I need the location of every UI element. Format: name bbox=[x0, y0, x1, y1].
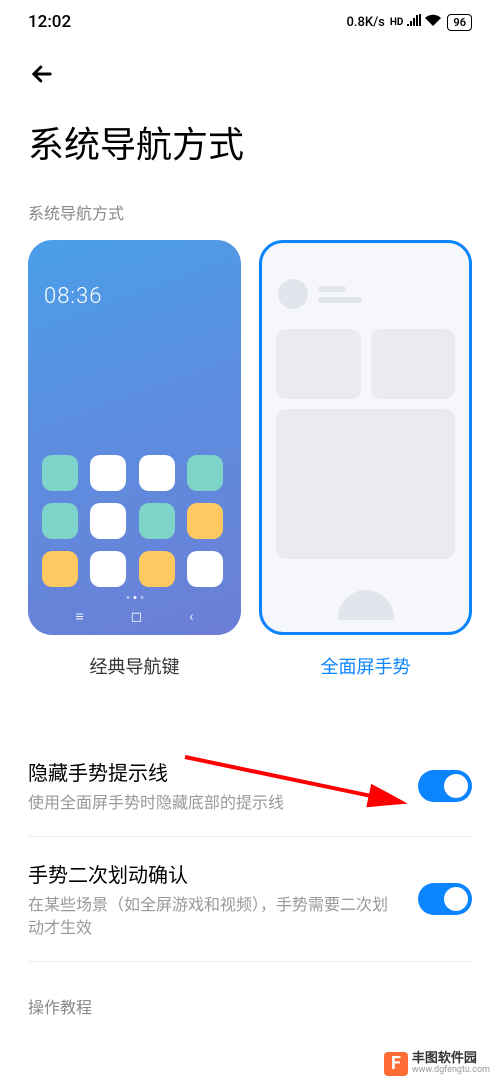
page-indicator-dots bbox=[126, 596, 143, 599]
signal-icon bbox=[406, 14, 422, 30]
preview-blocks bbox=[276, 329, 455, 572]
setting-double-swipe[interactable]: 手势二次划动确认 在某些场景（如全屏游戏和视频），手势需要二次划动才生效 bbox=[28, 841, 472, 957]
status-time: 12:02 bbox=[28, 12, 71, 32]
preview-time: 08:36 bbox=[44, 284, 102, 309]
classic-label: 经典导航键 bbox=[90, 653, 180, 679]
settings-list: 隐藏手势提示线 使用全面屏手势时隐藏底部的提示线 手势二次划动确认 在某些场景（… bbox=[0, 679, 500, 962]
watermark-url: www.dgfengtu.com bbox=[412, 1066, 490, 1076]
app-icon bbox=[42, 503, 78, 539]
app-icon bbox=[90, 455, 126, 491]
divider bbox=[28, 961, 472, 962]
app-icon bbox=[139, 455, 175, 491]
wifi-icon bbox=[425, 14, 441, 30]
gesture-preview bbox=[259, 240, 472, 635]
toggle-double-swipe[interactable] bbox=[418, 883, 472, 915]
classic-preview: 08:36 ≡ ◻ ‹ bbox=[28, 240, 241, 635]
navigation-options: 08:36 ≡ ◻ ‹ 经典导航键 bbox=[0, 240, 500, 679]
status-right: 0.8K/s HD 96 bbox=[346, 14, 472, 31]
home-icon: ◻ bbox=[131, 609, 143, 625]
hd-indicator: HD bbox=[390, 17, 404, 28]
section-label: 系统导航方式 bbox=[0, 200, 500, 240]
app-icon bbox=[139, 503, 175, 539]
back-arrow-icon bbox=[28, 60, 56, 88]
watermark: F 丰图软件园 www.dgfengtu.com bbox=[384, 1052, 490, 1076]
menu-icon: ≡ bbox=[75, 608, 83, 625]
app-icon bbox=[139, 551, 175, 587]
network-speed: 0.8K/s bbox=[346, 15, 384, 30]
status-bar: 12:02 0.8K/s HD 96 bbox=[0, 0, 500, 40]
setting-desc: 使用全面屏手势时隐藏底部的提示线 bbox=[28, 792, 402, 814]
gesture-label: 全面屏手势 bbox=[321, 653, 411, 679]
toggle-hide-hint[interactable] bbox=[418, 770, 472, 802]
watermark-name: 丰图软件园 bbox=[412, 1052, 490, 1066]
page-title: 系统导航方式 bbox=[0, 108, 500, 200]
classic-nav-bar: ≡ ◻ ‹ bbox=[28, 608, 241, 625]
home-indicator bbox=[338, 590, 394, 620]
app-icon bbox=[90, 503, 126, 539]
watermark-icon: F bbox=[384, 1052, 408, 1076]
back-nav-icon: ‹ bbox=[189, 609, 193, 625]
nav-option-classic[interactable]: 08:36 ≡ ◻ ‹ 经典导航键 bbox=[28, 240, 241, 679]
setting-title: 隐藏手势提示线 bbox=[28, 757, 402, 786]
nav-option-gesture[interactable]: 全面屏手势 bbox=[259, 240, 472, 679]
preview-avatar bbox=[278, 279, 362, 309]
app-icon bbox=[187, 503, 223, 539]
tutorial-section-label: 操作教程 bbox=[0, 966, 500, 1018]
app-icon bbox=[42, 455, 78, 491]
setting-hide-gesture-hint[interactable]: 隐藏手势提示线 使用全面屏手势时隐藏底部的提示线 bbox=[28, 739, 472, 832]
app-icon bbox=[90, 551, 126, 587]
setting-desc: 在某些场景（如全屏游戏和视频），手势需要二次划动才生效 bbox=[28, 894, 402, 939]
app-icon-grid bbox=[28, 455, 241, 587]
back-button[interactable] bbox=[0, 40, 500, 108]
app-icon bbox=[187, 455, 223, 491]
app-icon bbox=[187, 551, 223, 587]
battery-indicator: 96 bbox=[447, 14, 472, 31]
divider bbox=[28, 836, 472, 837]
app-icon bbox=[42, 551, 78, 587]
setting-title: 手势二次划动确认 bbox=[28, 859, 402, 888]
